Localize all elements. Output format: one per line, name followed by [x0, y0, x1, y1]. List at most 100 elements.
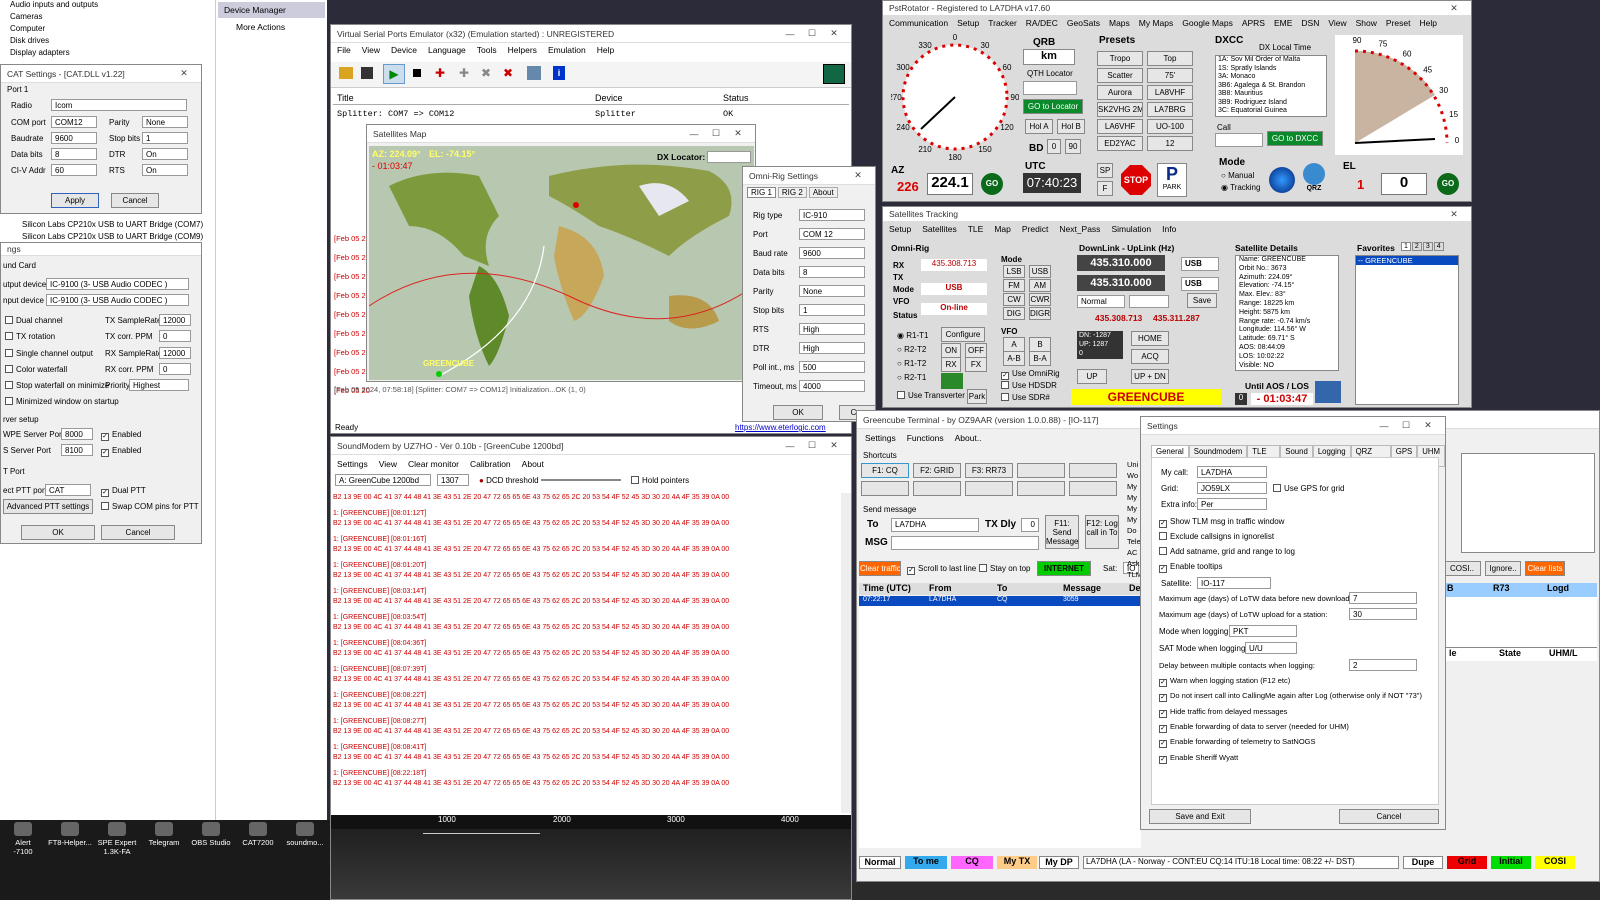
open-icon[interactable]	[339, 67, 353, 79]
menu-item[interactable]: RA/DEC	[1026, 18, 1058, 28]
omni-field-select[interactable]: 4000	[799, 380, 865, 392]
omnirig-checkbox[interactable]: ✓ Use OmniRig	[1001, 369, 1060, 380]
col-title[interactable]: Title	[337, 93, 354, 103]
preset-button[interactable]: LA8VHF	[1147, 85, 1193, 100]
col-to[interactable]: To	[997, 583, 1007, 593]
initial-filter[interactable]: Initial	[1491, 856, 1531, 869]
off-button[interactable]: OFF	[965, 343, 987, 358]
ok-button[interactable]: OK	[773, 405, 823, 420]
dcd-slider[interactable]	[541, 479, 621, 481]
satellite-select[interactable]: IO-117	[1197, 577, 1271, 589]
go-el-button[interactable]: GO	[1437, 173, 1459, 195]
menu-item[interactable]: Simulation	[1111, 224, 1151, 234]
vfo-ab-button[interactable]: A-B	[1003, 351, 1025, 366]
minimized-checkbox[interactable]: Minimized window on startup	[5, 397, 119, 406]
to-input[interactable]: LA7DHA	[891, 518, 979, 532]
edit-device-icon[interactable]: ✚	[459, 66, 475, 80]
checkbox-row[interactable]: Add satname, grid and range to log	[1159, 547, 1295, 556]
taskbar-app[interactable]: soundmo...	[282, 820, 328, 847]
tx-delay-input[interactable]: 0	[1021, 518, 1039, 532]
my-tx-filter[interactable]: My TX	[997, 856, 1037, 869]
tree-item[interactable]: Audio inputs and outputs	[10, 0, 98, 10]
tree-item-usb[interactable]: Silicon Labs CP210x USB to UART Bridge (…	[22, 220, 203, 230]
menu-item[interactable]: Device	[391, 45, 417, 55]
f-button[interactable]: F	[1097, 181, 1113, 196]
hol-a-button[interactable]: Hol A	[1025, 119, 1053, 134]
vfo-a-button[interactable]: A	[1003, 337, 1025, 352]
preset-select[interactable]	[1129, 295, 1169, 308]
menu-item[interactable]: File	[337, 45, 351, 55]
lotw-upload-input[interactable]: 30	[1349, 608, 1417, 620]
ignore-button[interactable]: Ignore..	[1485, 561, 1521, 576]
omni-field-select[interactable]: None	[799, 285, 865, 297]
kiss-port-input[interactable]: 8100	[61, 444, 93, 456]
single-channel-checkbox[interactable]: Single channel output	[5, 349, 93, 358]
stop-icon[interactable]	[413, 69, 421, 77]
sp-button[interactable]: SP	[1097, 163, 1113, 178]
tree-item[interactable]: Cameras	[10, 12, 42, 22]
save-and-exit-button[interactable]: Save and Exit	[1149, 809, 1251, 824]
omni-field-select[interactable]: 9600	[799, 247, 865, 259]
shortcut-empty[interactable]	[1017, 463, 1065, 478]
sat-mode-input[interactable]: U/U	[1245, 642, 1297, 654]
delete-device-icon[interactable]: ✖	[503, 66, 519, 80]
shortcut-empty[interactable]	[965, 481, 1013, 496]
bd-90-button[interactable]: 90	[1065, 139, 1081, 154]
taskbar-app[interactable]: Alert -7100	[0, 820, 46, 856]
info-icon[interactable]: i	[553, 66, 565, 80]
hold-pointers-checkbox[interactable]: Hold pointers	[631, 476, 689, 485]
radio-select[interactable]: Icom	[51, 99, 187, 111]
settings-icon[interactable]	[527, 66, 541, 80]
menu-item[interactable]: Show	[1356, 18, 1377, 28]
az-value[interactable]: 224.1	[927, 173, 973, 195]
preset-button[interactable]: 12	[1147, 136, 1193, 151]
normal-filter[interactable]: Normal	[859, 856, 901, 869]
world-map[interactable]	[369, 146, 754, 380]
to-me-filter[interactable]: To me	[905, 856, 947, 869]
taskbar-app[interactable]: SPE Expert 1.3K-FA	[94, 820, 140, 856]
downlink-mode-select[interactable]: USB	[1181, 257, 1219, 271]
preset-button[interactable]: Scatter	[1097, 68, 1143, 83]
dxcc-item[interactable]: 3B9: Rodriguez Island	[1218, 99, 1326, 108]
park-button[interactable]: Park	[967, 389, 987, 404]
civ-input[interactable]: 60	[51, 164, 97, 176]
menu-item[interactable]: Google Maps	[1182, 18, 1233, 28]
add-device-icon[interactable]: ✚	[435, 66, 451, 80]
checkbox-row[interactable]: ✓ Warn when logging station (F12 etc)	[1159, 676, 1290, 687]
advanced-ptt-button[interactable]: Advanced PTT settings	[3, 499, 93, 514]
preset-button[interactable]: Aurora	[1097, 85, 1143, 100]
menu-item[interactable]: Language	[428, 45, 466, 55]
menu-item[interactable]: Settings	[865, 433, 896, 443]
mode-button[interactable]: LSB	[1003, 265, 1025, 278]
close-icon[interactable]: ✕	[1443, 209, 1465, 220]
up-dn-button[interactable]: UP + DN	[1131, 369, 1169, 384]
send-message-button[interactable]: F11: Send Message	[1045, 515, 1079, 549]
scroll-checkbox[interactable]: ✓ Scroll to last line	[907, 564, 976, 575]
menu-item[interactable]: View	[362, 45, 380, 55]
menu-item[interactable]: Maps	[1109, 18, 1130, 28]
taskbar-app[interactable]: Telegram	[141, 820, 187, 847]
mode-button[interactable]: AM	[1029, 279, 1051, 292]
grid-input[interactable]: JO59LX	[1197, 482, 1267, 494]
use-gps-checkbox[interactable]: Use GPS for grid	[1273, 484, 1344, 493]
col-time[interactable]: Time (UTC)	[863, 583, 911, 593]
menu-item[interactable]: Info	[1162, 224, 1176, 234]
data-select[interactable]: 8	[51, 148, 97, 160]
ok-button[interactable]: OK	[21, 525, 95, 540]
cancel-button[interactable]: Cancel	[1339, 809, 1439, 824]
col-logd[interactable]: Logd	[1547, 583, 1569, 593]
tree-item[interactable]: Display adapters	[10, 48, 70, 58]
tx-samplerate-input[interactable]: 12000	[159, 314, 191, 326]
taskbar-app[interactable]: OBS Studio	[188, 820, 234, 847]
dxcc-item[interactable]: 1A: Sov Mil Order of Malta	[1218, 56, 1326, 65]
waterfall[interactable]	[331, 829, 851, 899]
rts-select[interactable]: On	[142, 164, 188, 176]
menu-item[interactable]: EME	[1274, 18, 1292, 28]
more-actions-link[interactable]: More Actions	[216, 20, 327, 34]
tx-button[interactable]: FX	[965, 357, 987, 372]
rx-ppm-input[interactable]: 0	[159, 363, 191, 375]
mode-logging-input[interactable]: PKT	[1229, 625, 1297, 637]
menu-item[interactable]: Setup	[957, 18, 979, 28]
menu-item[interactable]: My Maps	[1139, 18, 1173, 28]
az-dial[interactable]: 0 30 60 90 120 150 180 210 240 270 300 330	[891, 33, 1019, 161]
